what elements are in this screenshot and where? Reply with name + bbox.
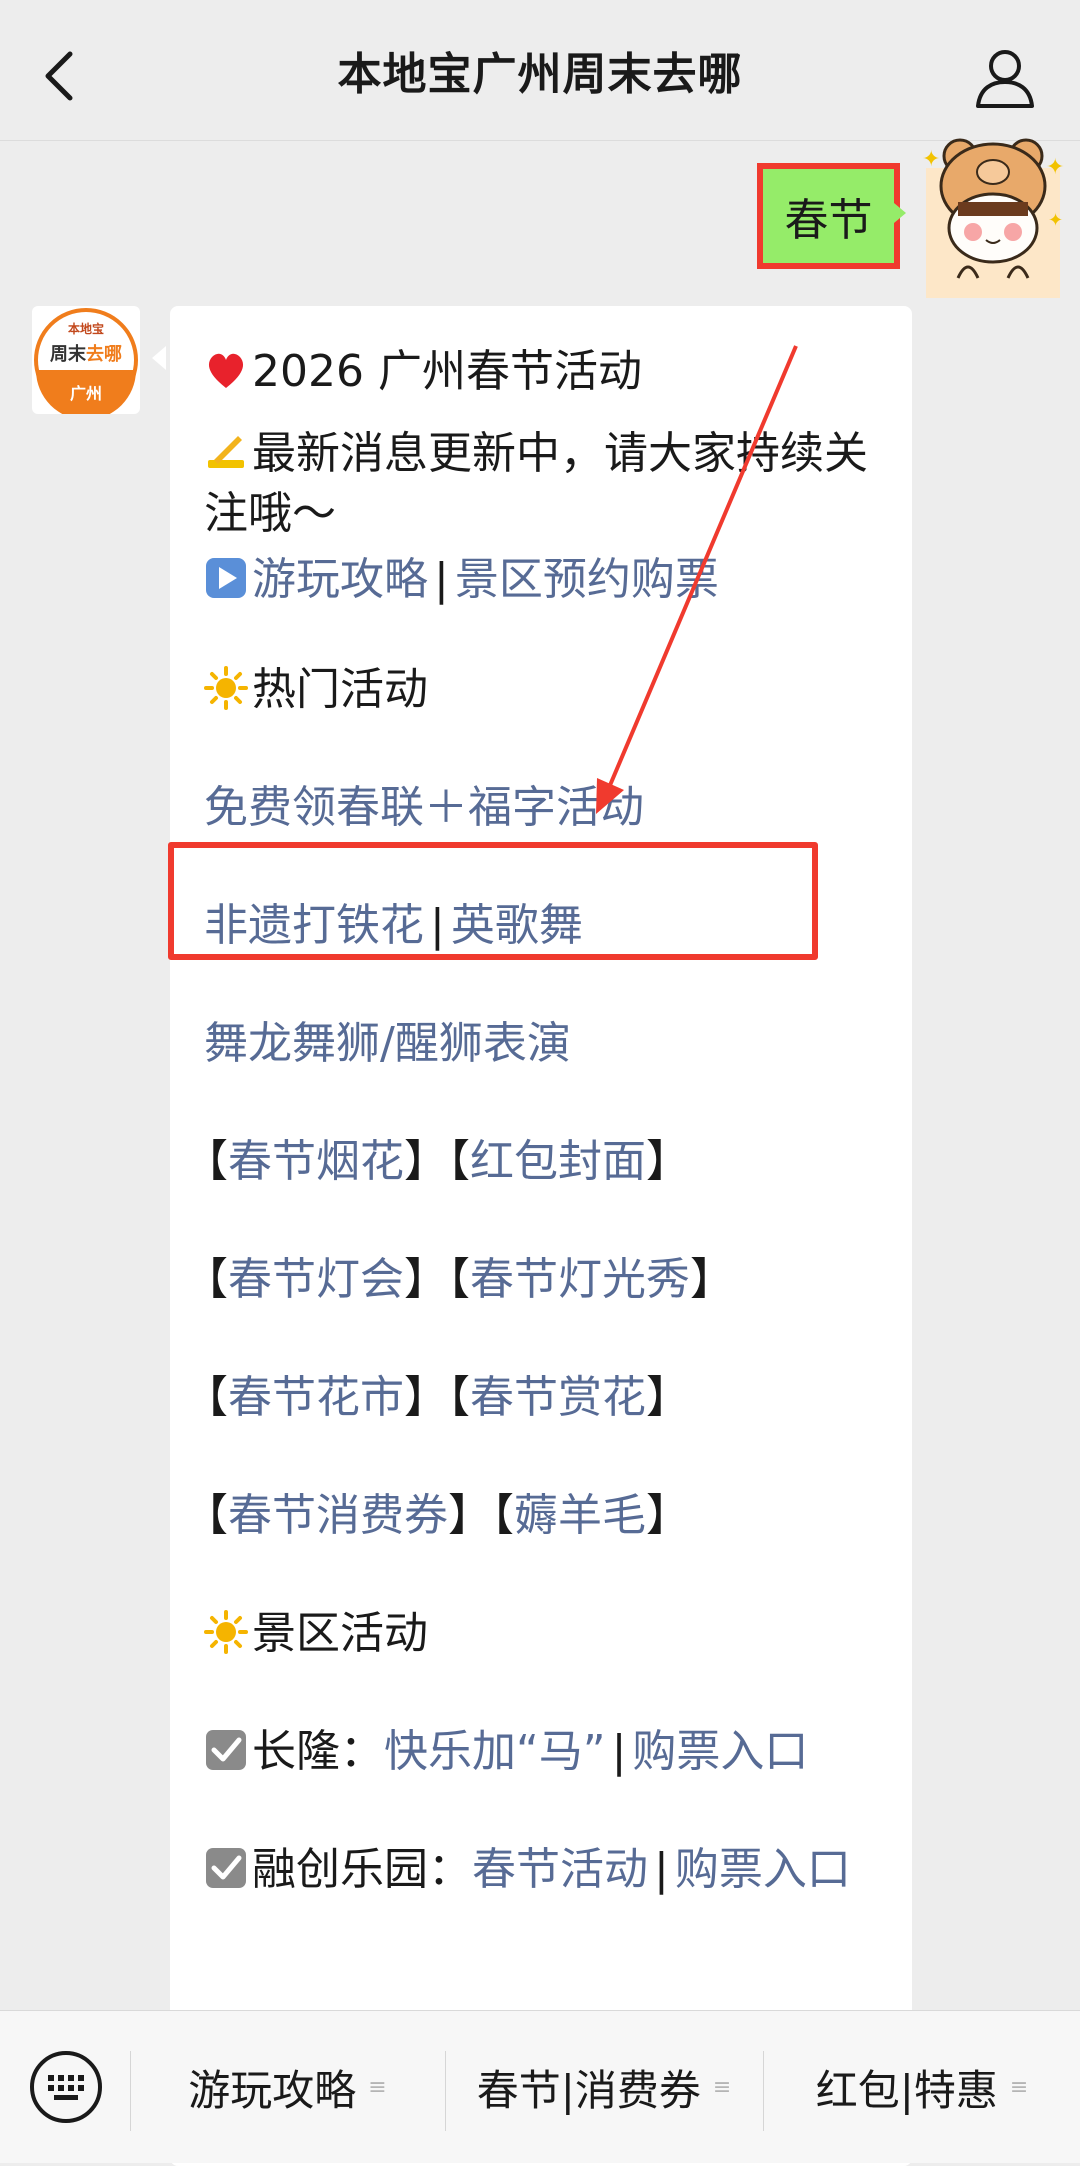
bracket-close: 】 bbox=[646, 1490, 690, 1541]
page-title: 本地宝广州周末去哪 bbox=[337, 49, 743, 100]
menu-item-label: 春节|消费券 bbox=[476, 2065, 701, 2115]
notice-text: 最新消息更新中，请大家持续关注哦～ bbox=[204, 428, 868, 539]
lion-dance-line: 舞龙舞狮/醒狮表演 bbox=[204, 1014, 571, 1074]
official-account-avatar[interactable]: 本地宝 周末去哪 广州 bbox=[32, 306, 140, 414]
flower-market-link[interactable]: 春节花市 bbox=[228, 1372, 404, 1423]
bracket-open: 【 bbox=[184, 1136, 228, 1187]
play-button-icon bbox=[206, 558, 246, 598]
avatar-title-part2: 去哪 bbox=[86, 344, 122, 365]
red-envelope-link[interactable]: 红包封面 bbox=[470, 1136, 646, 1187]
menu-marker-icon: ≡ bbox=[1009, 2074, 1029, 2100]
lantern-link[interactable]: 春节灯会 bbox=[228, 1254, 404, 1305]
light-show-link[interactable]: 春节灯光秀 bbox=[470, 1254, 690, 1305]
bracket-close: 】 bbox=[646, 1372, 690, 1423]
menu-marker-icon: ≡ bbox=[368, 2074, 387, 2100]
sunac-ticket-link[interactable]: 购票入口 bbox=[675, 1844, 851, 1895]
user-message-bubble: 春节 bbox=[757, 163, 906, 269]
sunac-label: 融创乐园： bbox=[252, 1844, 472, 1895]
menu-item-vouchers[interactable]: 春节|消费券 ≡ bbox=[446, 2011, 762, 2163]
keyboard-toggle-button[interactable] bbox=[28, 2049, 104, 2125]
free-couplets-link[interactable]: 免费领春联＋福字活动 bbox=[204, 782, 644, 833]
fireworks-link[interactable]: 春节烟花 bbox=[228, 1136, 404, 1187]
chimelong-label: 长隆： bbox=[252, 1726, 384, 1777]
bracket-open: 【 bbox=[448, 1372, 470, 1423]
message-title: 2026 广州春节活动 bbox=[252, 346, 642, 397]
guide-line: 游玩攻略 | 景区预约购票 bbox=[204, 550, 719, 610]
bot-message-bubble: 2026 广州春节活动 最新消息更新中，请大家持续关注哦～ 游玩攻略 | 景区预约购… bbox=[170, 306, 912, 2166]
bot-bubble-tail bbox=[152, 346, 166, 370]
guide-link[interactable]: 游玩攻略 bbox=[252, 554, 428, 605]
message-title-line: 2026 广州春节活动 bbox=[204, 342, 642, 402]
highlight-annotation-box bbox=[168, 842, 818, 960]
bracket-close: 】 bbox=[690, 1254, 734, 1305]
person-icon bbox=[976, 50, 1034, 108]
fireworks-line: 【春节烟花】【红包封面】 bbox=[184, 1132, 690, 1192]
scenic-heading: 景区活动 bbox=[252, 1608, 428, 1659]
bracket-open: 【 bbox=[448, 1136, 470, 1187]
bracket-close: 】 bbox=[646, 1136, 690, 1187]
menu-marker-icon: ≡ bbox=[712, 2074, 732, 2100]
hot-heading-line: 热门活动 bbox=[204, 660, 428, 720]
flower-market-line: 【春节花市】【春节赏花】 bbox=[184, 1368, 690, 1428]
vouchers-link[interactable]: 春节消费券 bbox=[228, 1490, 448, 1541]
checkbox-icon bbox=[206, 1848, 246, 1888]
avatar-brand-text: 本地宝 bbox=[67, 322, 104, 336]
chat-header: 本地宝广州周末去哪 bbox=[0, 0, 1080, 141]
bottom-menu-bar: 游玩攻略 ≡ 春节|消费券 ≡ 红包|特惠 ≡ bbox=[0, 2010, 1080, 2163]
keyboard-icon bbox=[30, 2051, 102, 2123]
menu-item-label: 红包|特惠 bbox=[815, 2065, 998, 2115]
bracket-open: 【 bbox=[184, 1490, 228, 1541]
sunac-line: 融创乐园：春节活动 | 购票入口 bbox=[204, 1840, 851, 1900]
user-message-text: 春节 bbox=[784, 195, 873, 246]
separator: | bbox=[654, 1844, 669, 1895]
vouchers-line: 【春节消费券】【薅羊毛】 bbox=[184, 1486, 690, 1546]
checkbox-icon bbox=[206, 1730, 246, 1770]
notice-line: 最新消息更新中，请大家持续关注哦～ bbox=[204, 424, 884, 544]
sun-icon bbox=[204, 1610, 248, 1654]
menu-item-red-packet[interactable]: 红包|特惠 ≡ bbox=[764, 2011, 1080, 2163]
bracket-close: 】 bbox=[404, 1136, 448, 1187]
user-avatar-bear-sticker[interactable]: ✦ ✦ ✦ bbox=[918, 128, 1068, 298]
bracket-close: 】 bbox=[404, 1372, 448, 1423]
lantern-line: 【春节灯会】【春节灯光秀】 bbox=[184, 1250, 734, 1310]
red-heart-icon bbox=[208, 353, 244, 388]
ticket-link[interactable]: 景区预约购票 bbox=[455, 554, 719, 605]
hot-heading: 热门活动 bbox=[252, 664, 428, 715]
free-couplets-line: 免费领春联＋福字活动 bbox=[204, 778, 644, 838]
svg-text:✦: ✦ bbox=[922, 147, 940, 172]
writing-hand-icon bbox=[208, 436, 244, 468]
profile-button[interactable] bbox=[970, 44, 1040, 114]
bracket-open: 【 bbox=[492, 1490, 514, 1541]
flower-viewing-link[interactable]: 春节赏花 bbox=[470, 1372, 646, 1423]
bracket-close: 】 bbox=[448, 1490, 492, 1541]
svg-text:✦: ✦ bbox=[1046, 155, 1064, 180]
separator: | bbox=[611, 1726, 627, 1777]
bracket-open: 【 bbox=[184, 1254, 228, 1305]
lion-dance-link[interactable]: 舞龙舞狮/醒狮表演 bbox=[204, 1018, 571, 1069]
freebies-link[interactable]: 薅羊毛 bbox=[514, 1490, 646, 1541]
menu-item-label: 游玩攻略 bbox=[188, 2065, 357, 2115]
chimelong-link[interactable]: 快乐加“马” bbox=[384, 1726, 606, 1777]
scenic-heading-line: 景区活动 bbox=[204, 1604, 428, 1664]
svg-text:✦: ✦ bbox=[1048, 210, 1063, 231]
chimelong-line: 长隆：快乐加“马” | 购票入口 bbox=[204, 1722, 808, 1782]
bracket-open: 【 bbox=[184, 1372, 228, 1423]
bracket-open: 【 bbox=[448, 1254, 470, 1305]
sunac-link[interactable]: 春节活动 bbox=[472, 1844, 648, 1895]
bracket-close: 】 bbox=[404, 1254, 448, 1305]
sun-icon bbox=[204, 666, 248, 710]
separator: | bbox=[434, 554, 449, 605]
avatar-city-text: 广州 bbox=[69, 384, 102, 403]
menu-item-guide[interactable]: 游玩攻略 ≡ bbox=[131, 2011, 444, 2163]
avatar-title-part1: 周末 bbox=[50, 344, 86, 365]
chimelong-ticket-link[interactable]: 购票入口 bbox=[632, 1726, 808, 1777]
